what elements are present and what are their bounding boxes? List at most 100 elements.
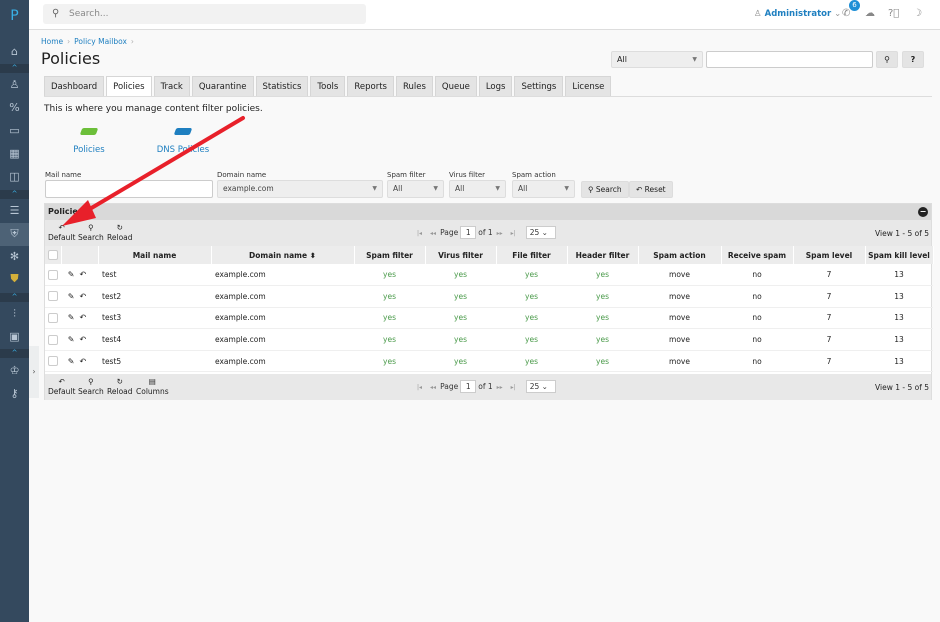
collapse-icon[interactable]: ^ [0, 64, 29, 73]
edit-icon[interactable]: ✎ [68, 292, 80, 301]
edit-icon[interactable]: ✎ [68, 335, 80, 344]
user-icon[interactable]: ♙ [0, 74, 29, 96]
book-icon[interactable]: ◫ [0, 166, 29, 188]
tab-statistics[interactable]: Statistics [255, 76, 309, 96]
column-header-receive-spam[interactable]: Receive spam [721, 246, 794, 264]
tab-tools[interactable]: Tools [310, 76, 346, 96]
help-button[interactable]: ? [902, 51, 924, 68]
columns-button[interactable]: ▤ Columns [136, 377, 169, 397]
breadcrumb-home[interactable]: Home [41, 37, 63, 46]
collapse-icon[interactable]: ^ [0, 293, 29, 302]
tab-track[interactable]: Track [153, 76, 190, 96]
global-search-input[interactable]: ⚲ Search... [43, 4, 366, 24]
table-row[interactable]: ✎↶ test2 example.com yes yes yes yes move no 7 13 [45, 285, 933, 308]
tab-policies[interactable]: Policies [106, 76, 152, 97]
reset-icon[interactable]: ↶ [80, 313, 92, 322]
last-page-icon[interactable]: ▸| [511, 384, 516, 391]
spam-filter-select[interactable]: All ▼ [387, 180, 444, 198]
column-header-file-filter[interactable]: File filter [496, 246, 568, 264]
tab-rules[interactable]: Rules [395, 76, 433, 96]
sidebar-expand-toggle[interactable]: › [29, 346, 39, 398]
filter-search-button[interactable]: ⚲ Search [581, 181, 629, 198]
monitor-icon[interactable]: ▭ [0, 120, 29, 142]
shield-bug-icon[interactable]: ⛊ [0, 268, 29, 290]
table-row[interactable]: ✎↶ test example.com yes yes yes yes move no 7 13 [45, 264, 933, 287]
column-header-virus-filter[interactable]: Virus filter [425, 246, 497, 264]
quick-search-select[interactable]: All ▼ [611, 51, 703, 68]
bug-icon[interactable]: ✻ [0, 246, 29, 268]
page-size-select[interactable]: 25 ⌄ [525, 380, 556, 393]
reset-icon[interactable]: ↶ [80, 335, 92, 344]
edit-icon[interactable]: ✎ [68, 357, 80, 366]
page-input[interactable]: 1 [460, 380, 477, 393]
row-checkbox[interactable] [48, 291, 58, 302]
home-icon[interactable]: ⌂ [0, 41, 29, 63]
sliders-icon[interactable]: ⫶ [0, 303, 29, 325]
reset-icon[interactable]: ↶ [80, 357, 92, 366]
reload-button[interactable]: ↻ Reload [107, 377, 133, 397]
breadcrumb-policy-mailbox[interactable]: Policy Mailbox [74, 37, 127, 46]
next-page-icon[interactable]: ▸▸ [497, 230, 503, 237]
user-menu[interactable]: ♙ Administrator ⌄ [754, 9, 841, 19]
policies-link[interactable]: Policies [70, 128, 108, 155]
crown-icon[interactable]: ♔ [0, 360, 29, 382]
tab-reports[interactable]: Reports [347, 76, 394, 96]
search-button[interactable]: ⚲ Search [78, 223, 104, 243]
table-row[interactable]: ✎↶ test3 example.com yes yes yes yes move no 7 13 [45, 307, 933, 330]
column-header-domain-name[interactable]: Domain name ⬍ [211, 246, 355, 264]
prev-page-icon[interactable]: ◂◂ [430, 384, 436, 391]
column-header-spam-kill-level[interactable]: Spam kill level [865, 246, 934, 264]
page-size-select[interactable]: 25 ⌄ [525, 226, 556, 239]
first-page-icon[interactable]: |◂ [417, 230, 422, 237]
row-checkbox[interactable] [48, 356, 58, 367]
search-button[interactable]: ⚲ Search [78, 377, 104, 397]
sort-icon[interactable]: ⬍ [307, 251, 316, 260]
spam-action-select[interactable]: All ▼ [512, 180, 575, 198]
filter-reset-button[interactable]: ↶ Reset [629, 181, 673, 198]
reload-button[interactable]: ↻ Reload [107, 223, 133, 243]
key-icon[interactable]: ⚷ [0, 383, 29, 405]
column-header-mail-name[interactable]: Mail name [98, 246, 212, 264]
reset-icon[interactable]: ↶ [80, 270, 92, 279]
tab-license[interactable]: License [565, 76, 612, 96]
default-button[interactable]: ↶ Default [48, 223, 75, 243]
widgets-icon[interactable]: ▣ [0, 326, 29, 348]
quick-search-input[interactable] [706, 51, 873, 68]
tab-settings[interactable]: Settings [514, 76, 564, 96]
page-input[interactable]: 1 [460, 226, 477, 239]
tab-quarantine[interactable]: Quarantine [191, 76, 254, 96]
first-page-icon[interactable]: |◂ [417, 384, 422, 391]
cloud-off-icon[interactable]: ☁ [865, 8, 875, 19]
last-page-icon[interactable]: ▸| [511, 230, 516, 237]
logo[interactable]: P [0, 8, 29, 24]
next-page-icon[interactable]: ▸▸ [497, 384, 503, 391]
quick-search-button[interactable]: ⚲ [876, 51, 898, 68]
prev-page-icon[interactable]: ◂◂ [430, 230, 436, 237]
column-header-header-filter[interactable]: Header filter [567, 246, 639, 264]
tab-queue[interactable]: Queue [434, 76, 477, 96]
dns-policies-link[interactable]: DNS Policies [152, 128, 214, 155]
row-checkbox[interactable] [48, 312, 58, 323]
select-all-checkbox[interactable] [47, 250, 58, 260]
reset-icon[interactable]: ↶ [80, 292, 92, 301]
column-header-spam-level[interactable]: Spam level [793, 246, 866, 264]
tab-dashboard[interactable]: Dashboard [44, 76, 105, 96]
table-row[interactable]: ✎↶ test4 example.com yes yes yes yes move no 7 13 [45, 328, 933, 351]
default-button[interactable]: ↶ Default [48, 377, 75, 397]
help-icon[interactable]: ?⃝ [888, 8, 899, 19]
table-row[interactable]: ✎↶ test5 example.com yes yes yes yes move no 7 13 [45, 350, 933, 373]
edit-icon[interactable]: ✎ [68, 270, 80, 279]
checklist-icon[interactable]: ☰ [0, 200, 29, 222]
moon-icon[interactable]: ☽ [913, 8, 922, 19]
collapse-icon[interactable]: ^ [0, 190, 29, 199]
column-header-spam-action[interactable]: Spam action [638, 246, 722, 264]
mail-name-input[interactable] [45, 180, 213, 198]
apps-icon[interactable]: ▦ [0, 143, 29, 165]
collapse-icon[interactable]: ^ [0, 349, 29, 358]
tab-logs[interactable]: Logs [478, 76, 513, 96]
virus-filter-select[interactable]: All ▼ [449, 180, 506, 198]
row-checkbox[interactable] [48, 334, 58, 345]
shield-icon[interactable]: ⛨ [0, 223, 29, 246]
edit-icon[interactable]: ✎ [68, 313, 80, 322]
percent-icon[interactable]: % [0, 97, 29, 119]
